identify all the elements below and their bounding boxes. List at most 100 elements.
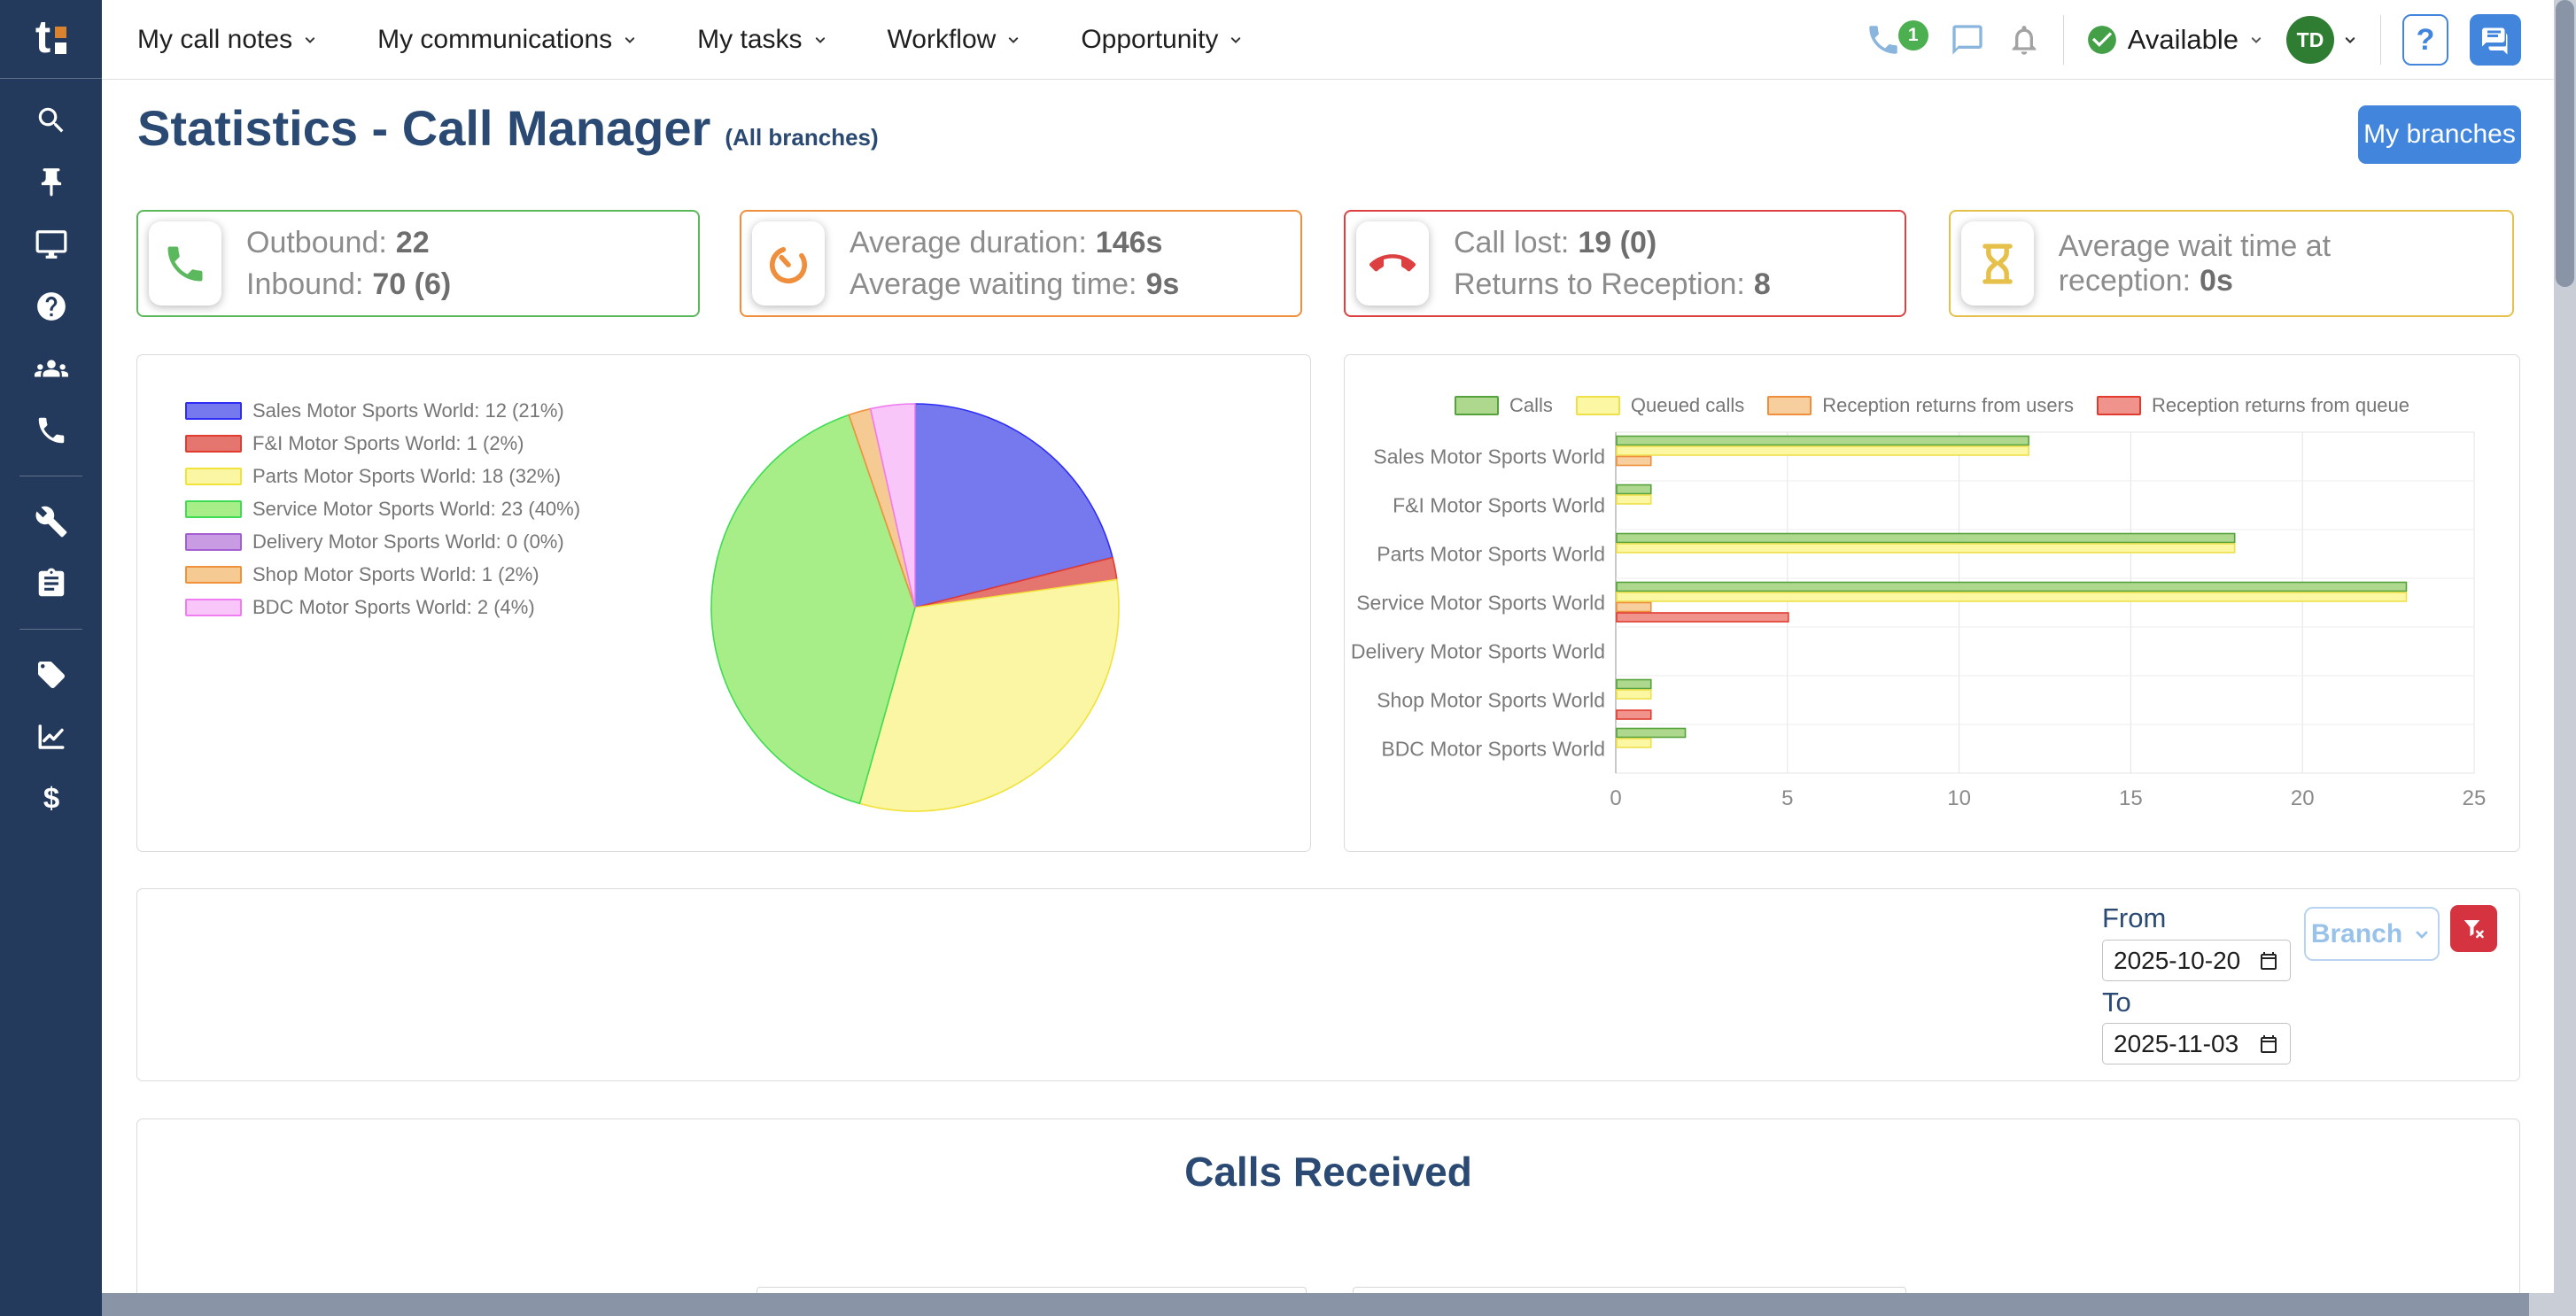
- avatar: TD: [2286, 16, 2334, 64]
- branch-dropdown[interactable]: Branch: [2304, 907, 2440, 961]
- sidebar-item-tags[interactable]: [0, 644, 102, 706]
- notifications-button[interactable]: [2006, 22, 2042, 58]
- menu-opportunity[interactable]: Opportunity: [1081, 25, 1245, 55]
- calendar-icon: [2258, 950, 2279, 972]
- bell-icon: [2006, 22, 2042, 58]
- phone-icon: [35, 414, 68, 447]
- svg-text:BDC Motor Sports World: BDC Motor Sports World: [1381, 738, 1605, 761]
- menu-my-call-notes[interactable]: My call notes: [137, 25, 319, 55]
- legend-swatch: [185, 468, 242, 485]
- menu-label: Workflow: [888, 25, 997, 55]
- forum-icon: [2479, 24, 2511, 56]
- legend-item[interactable]: Sales Motor Sports World: 12 (21%): [185, 399, 580, 422]
- page-title: Statistics - Call Manager: [137, 99, 710, 157]
- availability-status[interactable]: Available: [2085, 23, 2265, 57]
- page-subtitle: (All branches): [725, 124, 878, 151]
- horizontal-scrollbar[interactable]: [102, 1293, 2554, 1316]
- chevron-down-icon: [621, 31, 639, 49]
- legend-swatch: [185, 566, 242, 584]
- clipboard-icon: [35, 567, 68, 600]
- menu-label: Opportunity: [1081, 25, 1218, 55]
- menu-workflow[interactable]: Workflow: [888, 25, 1023, 55]
- legend-label: Shop Motor Sports World: 1 (2%): [252, 563, 539, 586]
- svg-text:F&I Motor Sports World: F&I Motor Sports World: [1393, 494, 1605, 517]
- svg-text:20: 20: [2291, 786, 2315, 810]
- svg-text:10: 10: [1947, 786, 1971, 810]
- menu-label: My communications: [377, 25, 612, 55]
- sidebar-item-tasks[interactable]: [0, 553, 102, 615]
- legend-swatch: [185, 599, 242, 616]
- filter-x-icon: [2461, 916, 2487, 942]
- calls-button[interactable]: 1: [1865, 21, 1928, 58]
- sidebar-item-pin[interactable]: [0, 151, 102, 213]
- svg-text:15: 15: [2119, 786, 2143, 810]
- chevron-down-icon: [1005, 31, 1022, 49]
- status-label: Available: [2128, 24, 2238, 56]
- sidebar-item-tools[interactable]: [0, 491, 102, 553]
- help-button[interactable]: ?: [2402, 14, 2448, 66]
- dollar-icon: $: [35, 783, 67, 815]
- topbar: My call notes My communications My tasks…: [102, 0, 2576, 80]
- sidebar-item-help[interactable]: [0, 275, 102, 337]
- feedback-button[interactable]: [2470, 14, 2521, 66]
- stat-line: Average waiting time:9s: [850, 267, 1179, 302]
- sidebar-item-screen[interactable]: [0, 213, 102, 275]
- legend-item[interactable]: Delivery Motor Sports World: 0 (0%): [185, 530, 580, 553]
- pie-chart[interactable]: [702, 395, 1128, 820]
- sidebar-item-statistics[interactable]: [0, 706, 102, 768]
- to-date-input[interactable]: 2025-11-03: [2102, 1023, 2291, 1064]
- chat-button[interactable]: [1950, 22, 1985, 58]
- legend-label: Sales Motor Sports World: 12 (21%): [252, 399, 564, 422]
- legend-item[interactable]: Service Motor Sports World: 23 (40%): [185, 498, 580, 521]
- main-nav: My call notes My communications My tasks…: [137, 0, 1245, 80]
- call-end-icon: [1369, 241, 1416, 287]
- legend-item[interactable]: BDC Motor Sports World: 2 (4%): [185, 596, 580, 619]
- menu-my-communications[interactable]: My communications: [377, 25, 639, 55]
- stat-line: Outbound:22: [246, 226, 451, 260]
- logo-dots-icon: [55, 27, 66, 54]
- phone-outline-icon: [1865, 21, 1902, 58]
- legend-label: Service Motor Sports World: 23 (40%): [252, 498, 580, 521]
- menu-my-tasks[interactable]: My tasks: [697, 25, 828, 55]
- clear-filter-button[interactable]: [2450, 905, 2497, 952]
- vertical-scrollbar[interactable]: [2554, 0, 2576, 1316]
- chevron-down-icon: [1227, 31, 1245, 49]
- sidebar-item-search[interactable]: [0, 89, 102, 151]
- menu-label: My tasks: [697, 25, 802, 55]
- my-branches-button[interactable]: My branches: [2358, 105, 2521, 164]
- pie-chart-card: Sales Motor Sports World: 12 (21%) F&I Mo…: [136, 354, 1311, 852]
- pin-icon: [35, 166, 68, 199]
- sidebar-item-phone[interactable]: [0, 399, 102, 461]
- stat-line: Inbound:70 (6): [246, 267, 451, 302]
- title-row: Statistics - Call Manager (All branches): [137, 99, 879, 157]
- sidebar-item-billing[interactable]: $: [0, 768, 102, 830]
- svg-text:5: 5: [1781, 786, 1793, 810]
- from-date-input[interactable]: 2025-10-20: [2102, 940, 2291, 981]
- calls-received-card: Calls Received: [136, 1119, 2520, 1316]
- svg-text:Shop Motor Sports World: Shop Motor Sports World: [1377, 689, 1605, 712]
- chevron-down-icon: [2247, 31, 2265, 49]
- legend-item[interactable]: Shop Motor Sports World: 1 (2%): [185, 563, 580, 586]
- sidebar-item-team[interactable]: [0, 337, 102, 399]
- chat-bubble-icon: [1950, 22, 1985, 58]
- chart-icon: [35, 721, 67, 753]
- logo-letter: t: [35, 14, 50, 60]
- bar-chart[interactable]: 0510152025Sales Motor Sports WorldF&I Mo…: [1345, 355, 2519, 851]
- svg-text:Delivery Motor Sports World: Delivery Motor Sports World: [1351, 640, 1605, 663]
- stat-icon-box: [1961, 221, 2034, 306]
- legend-item[interactable]: F&I Motor Sports World: 1 (2%): [185, 432, 580, 455]
- bar-chart-card: CallsQueued callsReception returns from …: [1344, 354, 2520, 852]
- chevron-down-icon: [2411, 924, 2432, 945]
- pie-legend: Sales Motor Sports World: 12 (21%) F&I Mo…: [185, 399, 580, 629]
- legend-item[interactable]: Parts Motor Sports World: 18 (32%): [185, 465, 580, 488]
- app-logo[interactable]: t: [0, 0, 102, 78]
- vertical-scrollbar-thumb[interactable]: [2556, 0, 2574, 287]
- stat-line: Average wait time at reception:0s: [2059, 229, 2512, 298]
- legend-swatch: [185, 500, 242, 518]
- legend-swatch: [185, 435, 242, 453]
- user-menu[interactable]: TD: [2286, 16, 2359, 64]
- svg-text:25: 25: [2463, 786, 2487, 810]
- horizontal-scrollbar-thumb[interactable]: [102, 1293, 2529, 1316]
- topbar-right: 1 Available TD ?: [1865, 0, 2521, 80]
- svg-text:Sales Motor Sports World: Sales Motor Sports World: [1373, 445, 1605, 468]
